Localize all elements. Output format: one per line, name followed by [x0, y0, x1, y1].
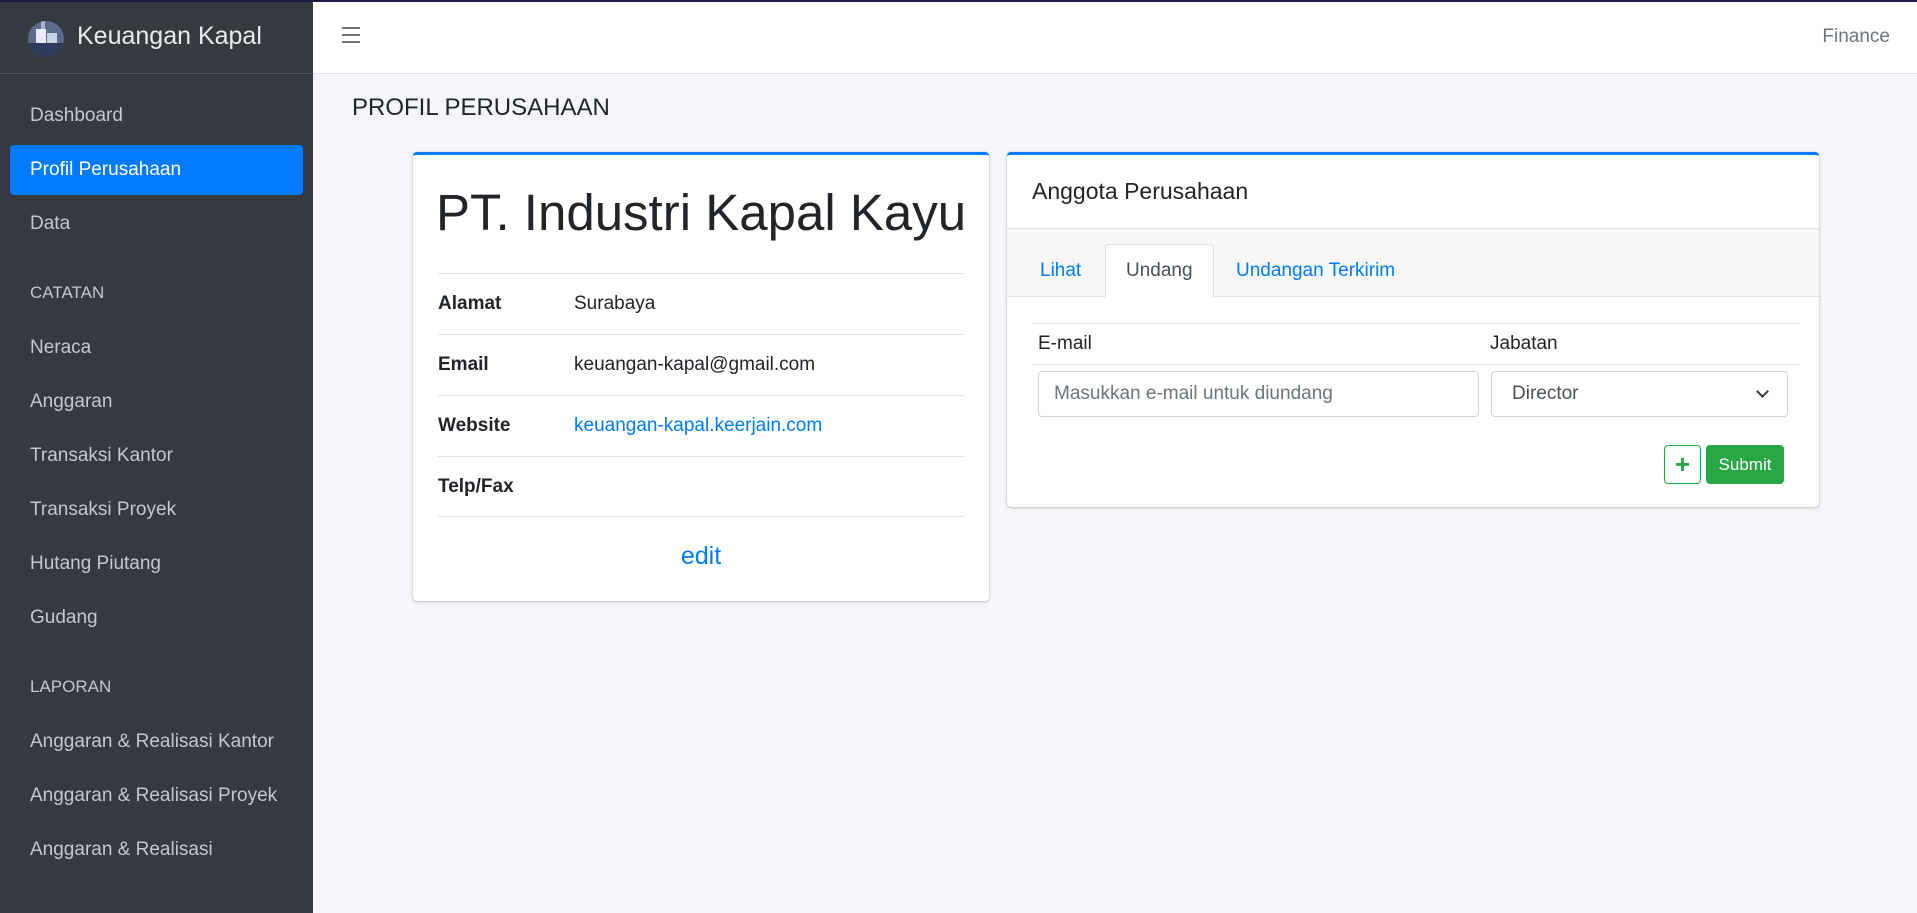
edit-profile-link[interactable]: edit — [413, 542, 989, 571]
page-title: PROFIL PERUSAHAAN — [352, 94, 610, 121]
info-label: Email — [438, 354, 489, 375]
brand-name: Keuangan Kapal — [77, 22, 262, 50]
sidebar-item-label: Gudang — [30, 607, 98, 628]
sidebar-item-label: Hutang Piutang — [30, 553, 161, 574]
sidebar-item-label: Anggaran & Realisasi — [30, 839, 213, 860]
members-card-title: Anggota Perusahaan — [1007, 155, 1819, 229]
role-column-header: Jabatan — [1490, 333, 1558, 354]
menu-toggle-icon[interactable] — [342, 27, 362, 45]
sidebar-item-dashboard[interactable]: Dashboard — [10, 91, 303, 141]
submit-button[interactable]: Submit — [1706, 445, 1784, 484]
members-tabs: Lihat Undang Undangan Terkirim — [1007, 229, 1819, 297]
sidebar-item-transaksi-proyek[interactable]: Transaksi Proyek — [10, 485, 303, 535]
sidebar-item-data[interactable]: Data — [10, 199, 303, 249]
sidebar-item-transaksi-kantor[interactable]: Transaksi Kantor — [10, 431, 303, 481]
brand[interactable]: Keuangan Kapal — [0, 0, 313, 74]
sidebar-item-anggaran-realisasi-kantor[interactable]: Anggaran & Realisasi Kantor — [10, 717, 303, 767]
sidebar-item-label: Data — [30, 213, 71, 234]
company-info-table: Alamat Surabaya Email keuangan-kapal@gma… — [438, 273, 964, 517]
info-row-address: Alamat Surabaya — [438, 273, 964, 334]
user-role-label[interactable]: Finance — [1822, 26, 1890, 48]
invite-form-header: E-mail Jabatan — [1032, 323, 1799, 365]
invite-form-table: E-mail Jabatan Director — [1032, 323, 1799, 423]
top-navbar: Finance — [313, 0, 1917, 74]
sidebar-section-header: CATATAN — [30, 283, 105, 302]
info-label: Website — [438, 415, 511, 436]
top-accent-line — [0, 0, 1917, 2]
info-row-email: Email keuangan-kapal@gmail.com — [438, 334, 964, 395]
sidebar-item-label: Profil Perusahaan — [30, 159, 182, 180]
info-row-phone: Telp/Fax — [438, 456, 964, 517]
invite-email-input[interactable] — [1038, 371, 1479, 417]
company-profile-card: PT. Industri Kapal Kayu Alamat Surabaya … — [413, 152, 989, 601]
ship-logo-icon — [28, 17, 64, 57]
sidebar-item-gudang[interactable]: Gudang — [10, 593, 303, 643]
sidebar-item-label: Anggaran & Realisasi Kantor — [30, 731, 274, 752]
sidebar-item-label: Transaksi Kantor — [30, 445, 173, 466]
info-label: Alamat — [438, 293, 502, 314]
sidebar-item-label: Anggaran & Realisasi Proyek — [30, 785, 278, 806]
sidebar-item-anggaran[interactable]: Anggaran — [10, 377, 303, 427]
info-value: keuangan-kapal@gmail.com — [574, 354, 816, 375]
sidebar-item-label: Dashboard — [30, 105, 123, 126]
add-row-button[interactable]: + — [1664, 445, 1701, 484]
sidebar-item-neraca[interactable]: Neraca — [10, 323, 303, 373]
sidebar-item-label: Transaksi Proyek — [30, 499, 177, 520]
sidebar-nav: Dashboard Profil Perusahaan Data CATATAN… — [0, 74, 313, 875]
tab-undang[interactable]: Undang — [1105, 244, 1214, 297]
sidebar-item-hutang-piutang[interactable]: Hutang Piutang — [10, 539, 303, 589]
sidebar-item-label: Neraca — [30, 337, 92, 358]
info-row-website: Website keuangan-kapal.keerjain.com — [438, 395, 964, 456]
sidebar-section-header: LAPORAN — [30, 677, 112, 696]
company-members-card: Anggota Perusahaan Lihat Undang Undangan… — [1007, 152, 1819, 507]
tab-undangan-terkirim[interactable]: Undangan Terkirim — [1216, 244, 1415, 297]
info-value: Surabaya — [574, 293, 656, 314]
sidebar: Keuangan Kapal Dashboard Profil Perusaha… — [0, 0, 313, 913]
sidebar-item-anggaran-realisasi[interactable]: Anggaran & Realisasi — [10, 825, 303, 875]
role-select-value: Director — [1512, 383, 1579, 404]
sidebar-item-anggaran-realisasi-proyek[interactable]: Anggaran & Realisasi Proyek — [10, 771, 303, 821]
tab-lihat[interactable]: Lihat — [1020, 244, 1101, 297]
email-column-header: E-mail — [1038, 333, 1092, 354]
sidebar-item-label: Anggaran — [30, 391, 113, 412]
chevron-down-icon — [1756, 385, 1769, 398]
company-name: PT. Industri Kapal Kayu — [435, 184, 967, 241]
website-link[interactable]: keuangan-kapal.keerjain.com — [574, 415, 822, 437]
invite-form-row: Director — [1032, 365, 1799, 423]
role-select[interactable]: Director — [1491, 371, 1788, 417]
info-label: Telp/Fax — [438, 475, 514, 497]
sidebar-item-profil-perusahaan[interactable]: Profil Perusahaan — [10, 145, 303, 195]
